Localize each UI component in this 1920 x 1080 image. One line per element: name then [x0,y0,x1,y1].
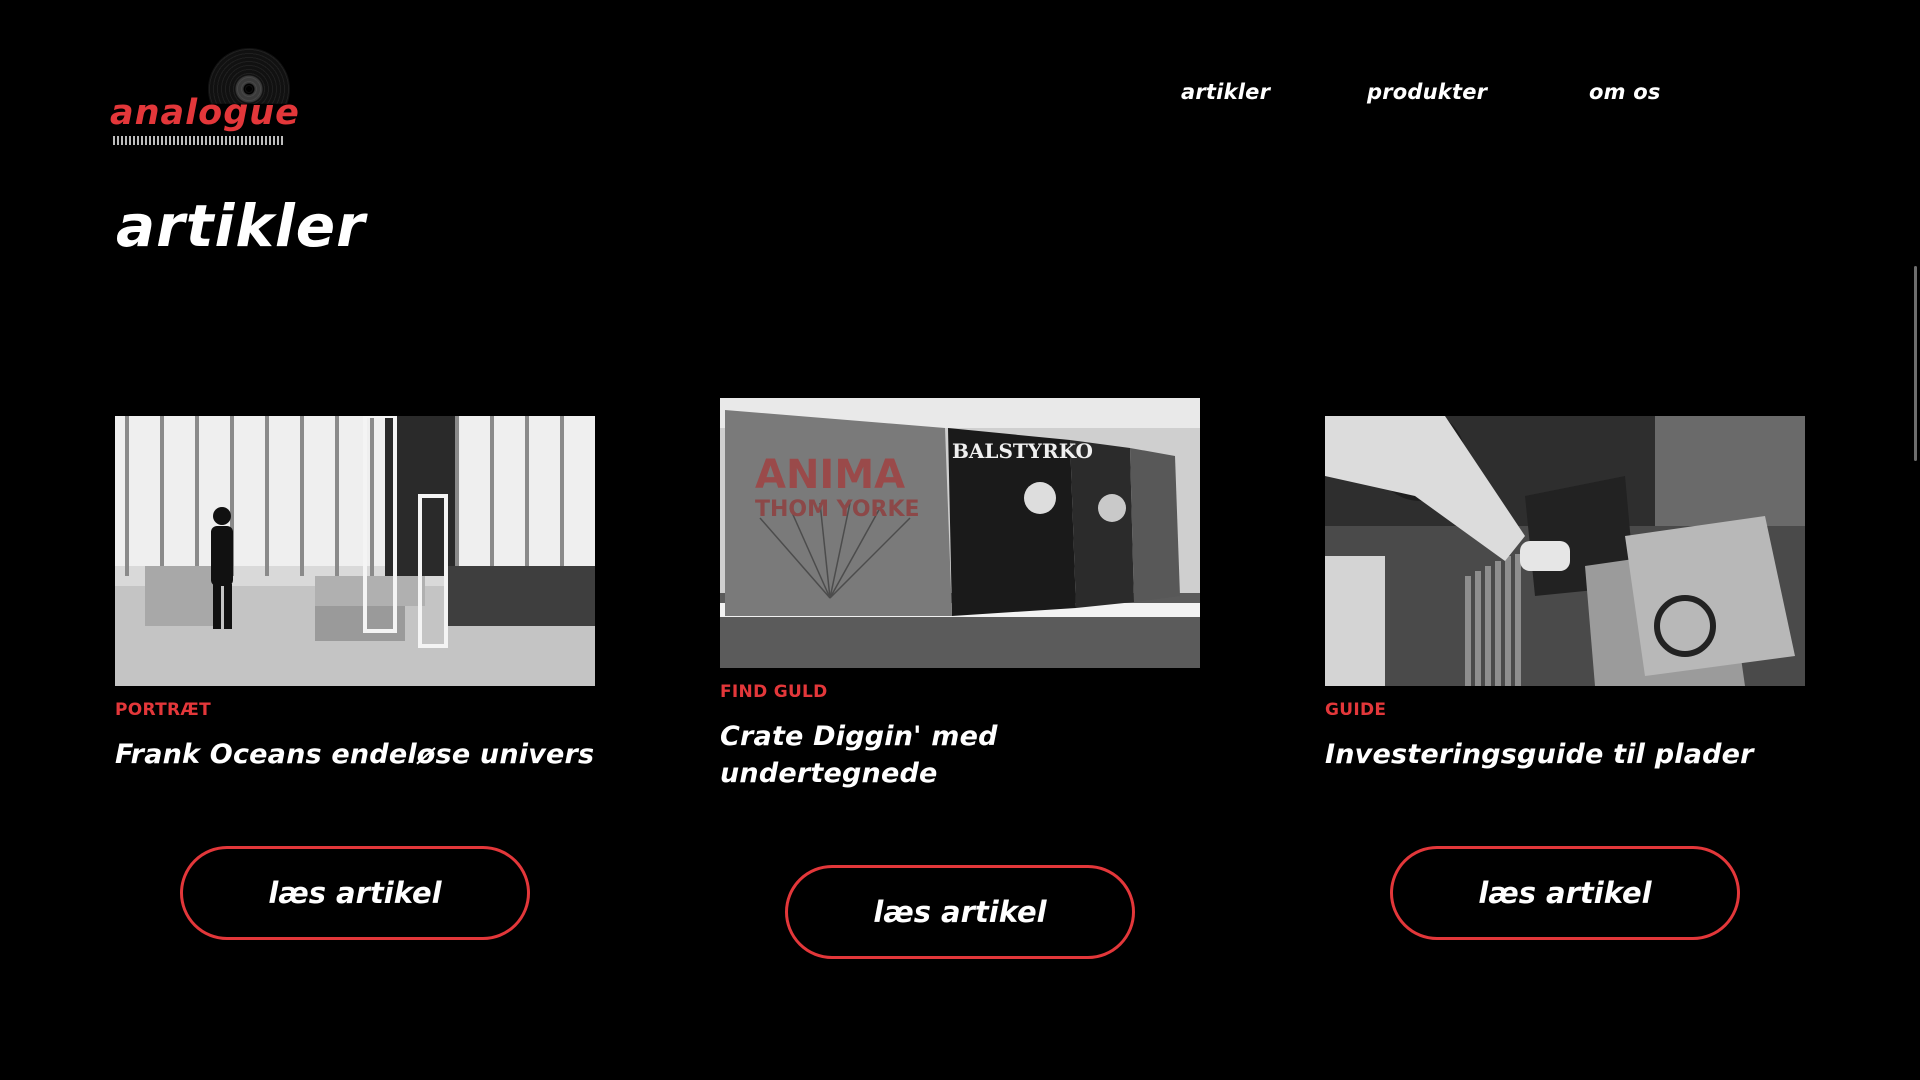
article-category: GUIDE [1325,700,1387,720]
article-image-investeringsguide[interactable] [1325,416,1805,686]
nav-link-om-os[interactable]: om os [1589,80,1661,104]
record-crates-photo [1325,416,1805,686]
article-title[interactable]: Investeringsguide til plader [1325,736,1805,773]
nav-link-artikler[interactable]: artikler [1181,80,1270,104]
article-category: FIND GULD [720,682,828,702]
article-category: PORTRÆT [115,700,212,720]
main-nav: artikler produkter om os [0,80,1920,110]
album-text-thom-yorke: THOM YORKE [755,497,920,522]
barcode-decoration [113,136,283,145]
read-article-button[interactable]: læs artikel [180,846,530,940]
article-title[interactable]: Frank Oceans endeløse univers [115,736,595,773]
article-card-investeringsguide: GUIDE Investeringsguide til plader læs a… [1325,416,1805,940]
warehouse-photo [115,416,595,686]
read-article-button[interactable]: læs artikel [1390,846,1740,940]
article-image-crate-diggin[interactable]: ANIMA THOM YORKE BALSTYRKO [720,398,1200,668]
nav-link-produkter[interactable]: produkter [1367,80,1487,104]
article-title[interactable]: Crate Diggin' med undertegnede [720,718,1200,792]
article-card-frank-ocean: PORTRÆT Frank Oceans endeløse univers læ… [115,416,595,940]
article-image-frank-ocean[interactable] [115,416,595,686]
page-title: artikler [116,192,366,260]
records-on-shelf-photo: ANIMA THOM YORKE BALSTYRKO [720,398,1200,668]
read-article-button[interactable]: læs artikel [785,865,1135,959]
page: analogue artikler produkter om os artikl… [0,0,1920,1080]
album-text-anima: ANIMA [755,452,905,498]
scrollbar-thumb[interactable] [1914,266,1917,461]
album-text-balstyrko: BALSTYRKO [952,439,1093,463]
article-card-crate-diggin: ANIMA THOM YORKE BALSTYRKO FIND GULD Cra… [720,398,1200,959]
